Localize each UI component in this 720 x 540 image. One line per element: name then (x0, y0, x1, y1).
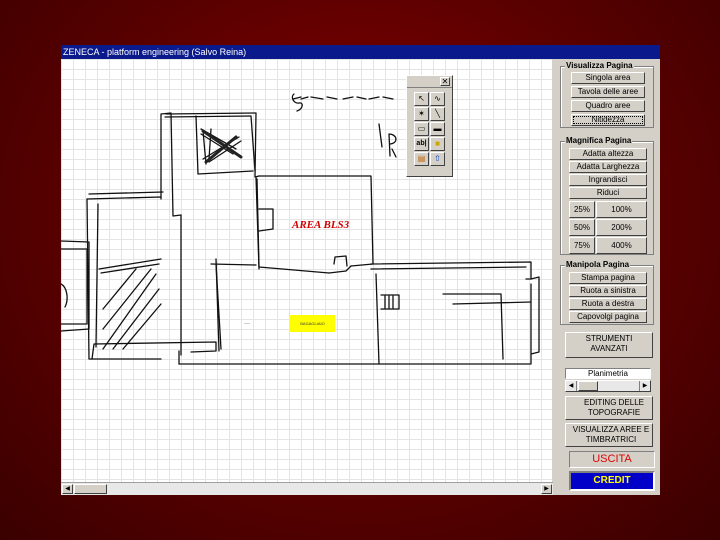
close-icon[interactable]: ✕ (440, 77, 450, 86)
drawing-toolbox: ✕ ↖ ∿ ✶ ╲ ▭ ▬ ab| ■ ▤ ⇧ (406, 75, 453, 177)
autoshape-icon[interactable]: ✶ (414, 107, 429, 121)
quadro-aree-button[interactable]: Quadro aree (571, 100, 645, 112)
manipola-title: Manipola Pagina (565, 260, 631, 270)
zoom-200-button[interactable]: 200% (596, 219, 647, 236)
control-panel: Visualizza Pagina Singola area Tavola de… (553, 59, 660, 495)
yellow-area-tag[interactable]: BAGAGLIAIO (290, 315, 335, 332)
planimetria-thumb[interactable] (578, 381, 598, 391)
capovolgi-pagina-button[interactable]: Capovolgi pagina (569, 311, 647, 323)
planimetria-right-icon[interactable]: ▶ (639, 381, 650, 391)
floorplan-sketch (61, 93, 540, 365)
ingrandisci-button[interactable]: Ingrandisci (569, 174, 647, 186)
visualizza-title: Visualizza Pagina (565, 61, 634, 71)
export-icon[interactable]: ⇧ (430, 152, 445, 166)
uscita-button[interactable]: USCITA (569, 451, 655, 468)
window-title: ZENECA - platform engineering (Salvo Rei… (61, 45, 660, 59)
strumenti-avanzati-button[interactable]: STRUMENTI AVANZATI (565, 332, 653, 358)
filled-rectangle-icon[interactable]: ▬ (430, 122, 445, 136)
ruota-destra-button[interactable]: Ruota a destra (569, 298, 647, 310)
editing-topografie-button[interactable]: EDITING DELLE TOPOGRAFIE (565, 396, 653, 420)
zoom-25-button[interactable]: 25% (569, 201, 595, 218)
small-annotation: ------ (244, 321, 250, 325)
adatta-larghezza-button[interactable]: Adatta Larghezza (569, 161, 647, 173)
tavola-aree-button[interactable]: Tavola delle aree (571, 86, 645, 98)
visualizza-aree-button[interactable]: VISUALIZZA AREE E TIMBRATRICI (565, 423, 653, 447)
app-window: ZENECA - platform engineering (Salvo Rei… (61, 45, 660, 495)
area-bls3-label[interactable]: AREA BLS3 (292, 219, 349, 231)
toolbox-titlebar[interactable]: ✕ (407, 76, 452, 88)
singola-area-button[interactable]: Singola area (571, 72, 645, 84)
planimetria-left-icon[interactable]: ◀ (566, 381, 577, 391)
zoom-75-button[interactable]: 75% (569, 237, 595, 254)
insert-image-icon[interactable]: ▤ (414, 152, 429, 166)
note-icon[interactable]: ■ (430, 137, 445, 151)
ruota-sinistra-button[interactable]: Ruota a sinistra (569, 285, 647, 297)
planimetria-scrollbar[interactable]: ◀ ▶ (565, 380, 651, 392)
line-icon[interactable]: ╲ (430, 107, 445, 121)
rectangle-icon[interactable]: ▭ (414, 122, 429, 136)
zoom-100-button[interactable]: 100% (596, 201, 647, 218)
zoom-50-button[interactable]: 50% (569, 219, 595, 236)
textbox-icon[interactable]: ab| (414, 137, 429, 151)
riduci-button[interactable]: Riduci (569, 187, 647, 199)
credit-button[interactable]: CREDIT (569, 471, 655, 491)
floorplan-canvas[interactable]: AREA BLS3 BAGAGLIAIO ------ ✕ ↖ ∿ ✶ ╲ ▭ … (61, 59, 553, 482)
zoom-400-button[interactable]: 400% (596, 237, 647, 254)
freeform-icon[interactable]: ∿ (430, 92, 445, 106)
nitidezza-button[interactable]: Nitidezza (571, 114, 645, 126)
adatta-altezza-button[interactable]: Adatta altezza (569, 148, 647, 160)
planimetria-field[interactable]: Planimetria (565, 368, 651, 379)
magnifica-title: Magnifica Pagina (565, 136, 633, 146)
pointer-icon[interactable]: ↖ (414, 92, 429, 106)
horizontal-scrollbar[interactable]: ◀ ▶ (61, 482, 554, 495)
scroll-left-icon[interactable]: ◀ (62, 484, 73, 494)
scroll-right-icon[interactable]: ▶ (541, 484, 552, 494)
scroll-thumb[interactable] (74, 484, 107, 494)
stampa-pagina-button[interactable]: Stampa pagina (569, 272, 647, 284)
